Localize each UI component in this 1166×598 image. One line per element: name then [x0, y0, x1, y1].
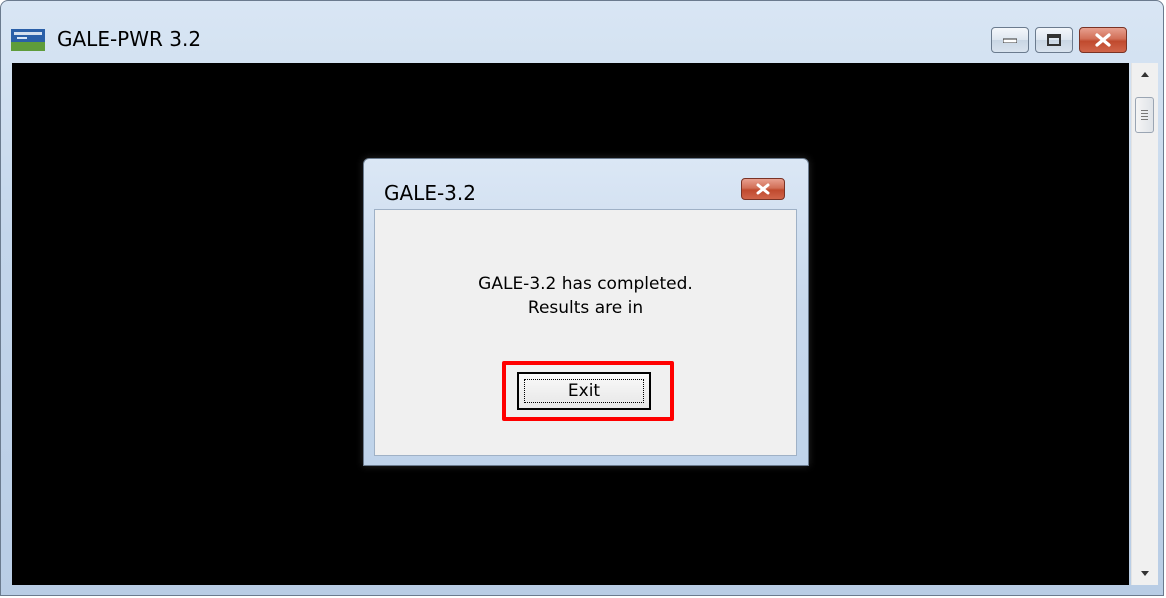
- vertical-scrollbar[interactable]: [1131, 63, 1158, 585]
- dialog-message-line-2: Results are in: [527, 298, 644, 318]
- window-title: GALE-PWR 3.2: [57, 27, 202, 51]
- scroll-down-button[interactable]: [1132, 563, 1158, 585]
- scroll-thumb[interactable]: [1135, 97, 1154, 133]
- minimize-icon: [1003, 38, 1017, 43]
- close-icon: [756, 183, 770, 195]
- scroll-up-arrow-icon: [1141, 72, 1149, 77]
- dialog-message-line-1: GALE-3.2 has completed.: [478, 274, 693, 294]
- title-bar[interactable]: GALE-PWR 3.2: [1, 1, 1163, 63]
- grip-line: [1141, 119, 1148, 120]
- exit-button-label: Exit: [567, 381, 601, 401]
- dialog-title: GALE-3.2: [384, 181, 476, 205]
- dialog-close-button[interactable]: [741, 178, 785, 200]
- close-icon: [1095, 33, 1111, 47]
- grip-line: [1141, 116, 1148, 117]
- close-button[interactable]: [1079, 27, 1127, 53]
- grip-line: [1141, 110, 1148, 111]
- maximize-icon: [1047, 34, 1061, 46]
- maximize-button[interactable]: [1035, 27, 1073, 53]
- scroll-down-arrow-icon: [1141, 571, 1149, 576]
- minimize-button[interactable]: [991, 27, 1029, 53]
- exit-button[interactable]: Exit: [517, 372, 651, 410]
- scroll-up-button[interactable]: [1132, 63, 1158, 85]
- grip-line: [1141, 113, 1148, 114]
- app-icon: [11, 29, 45, 51]
